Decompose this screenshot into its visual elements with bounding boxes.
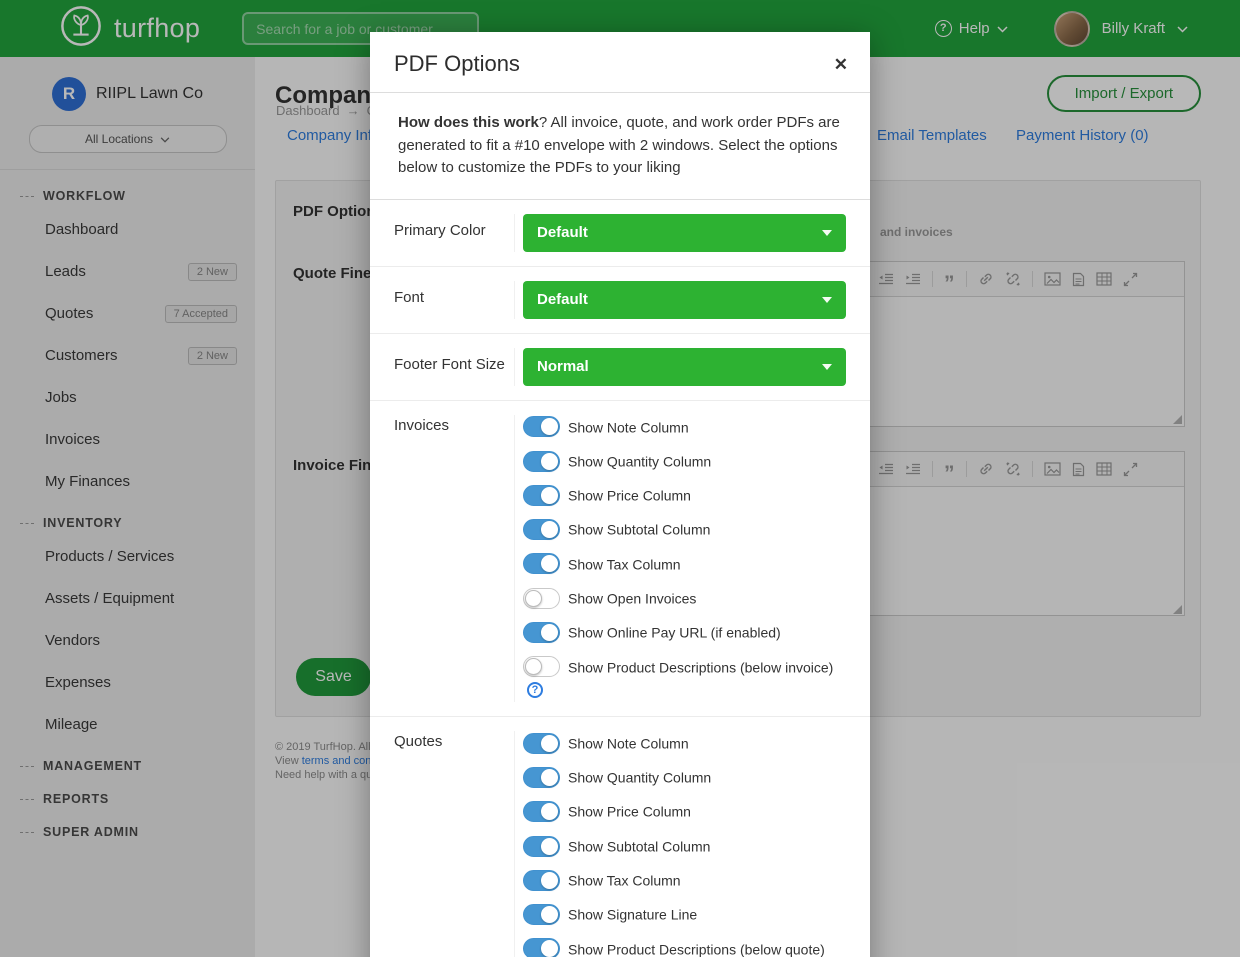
toggle-row: Show Subtotal Column bbox=[523, 517, 846, 540]
toggle-switch[interactable] bbox=[523, 519, 560, 540]
toggle-label: Show Online Pay URL (if enabled) bbox=[568, 625, 781, 641]
toggle-knob bbox=[541, 940, 558, 957]
toggle-knob bbox=[541, 769, 558, 786]
font-select[interactable]: Default bbox=[523, 281, 846, 319]
toggle-switch[interactable] bbox=[523, 801, 560, 822]
toggle-knob bbox=[541, 872, 558, 889]
toggle-row: Show Signature Line bbox=[523, 902, 846, 925]
toggle-label: Show Note Column bbox=[568, 419, 689, 435]
toggle-label: Show Subtotal Column bbox=[568, 838, 710, 854]
toggle-switch[interactable] bbox=[523, 451, 560, 472]
toggle-label: Show Quantity Column bbox=[568, 769, 711, 785]
toggle-label: Show Product Descriptions (below invoice… bbox=[568, 659, 833, 675]
screen: turfhop ? Help Billy Kraft R RIIPL Lawn … bbox=[0, 0, 1240, 957]
toggle-switch[interactable] bbox=[523, 767, 560, 788]
chevron-down-icon bbox=[822, 364, 832, 370]
toggle-knob bbox=[541, 487, 558, 504]
toggle-label: Show Product Descriptions (below quote) bbox=[568, 941, 825, 957]
quotes-toggle-list: Show Note Column Show Quantity Column Sh… bbox=[515, 731, 846, 957]
toggle-knob bbox=[541, 521, 558, 538]
footer-font-size-select[interactable]: Normal bbox=[523, 348, 846, 386]
footer-font-size-label: Footer Font Size bbox=[394, 348, 515, 386]
intro-bold: How does this work bbox=[398, 114, 539, 131]
close-icon[interactable]: ✕ bbox=[834, 56, 848, 73]
toggle-knob bbox=[541, 735, 558, 752]
font-row: Font Default bbox=[370, 267, 870, 334]
toggle-switch[interactable] bbox=[523, 870, 560, 891]
toggle-switch[interactable] bbox=[523, 553, 560, 574]
modal-intro: How does this work? All invoice, quote, … bbox=[370, 93, 870, 200]
toggle-row: Show Tax Column bbox=[523, 552, 846, 575]
toggle-switch[interactable] bbox=[523, 485, 560, 506]
toggle-row: Show Tax Column bbox=[523, 868, 846, 891]
toggle-row: Show Product Descriptions (below quote) … bbox=[523, 937, 846, 957]
toggle-row: Show Product Descriptions (below invoice… bbox=[523, 655, 846, 700]
toggle-knob bbox=[541, 803, 558, 820]
toggle-knob bbox=[525, 658, 542, 675]
toggle-switch[interactable] bbox=[523, 904, 560, 925]
modal-header: PDF Options ✕ bbox=[370, 32, 870, 93]
toggle-switch[interactable] bbox=[523, 588, 560, 609]
toggle-row: Show Note Column bbox=[523, 415, 846, 438]
toggle-label: Show Price Column bbox=[568, 804, 691, 820]
footer-font-size-value: Normal bbox=[537, 358, 589, 375]
toggle-switch[interactable] bbox=[523, 416, 560, 437]
chevron-down-icon bbox=[822, 297, 832, 303]
toggle-knob bbox=[541, 838, 558, 855]
toggle-label: Show Signature Line bbox=[568, 907, 697, 923]
quotes-label: Quotes bbox=[394, 731, 515, 957]
toggle-row: Show Open Invoices bbox=[523, 586, 846, 609]
toggle-knob bbox=[541, 906, 558, 923]
toggle-row: Show Subtotal Column bbox=[523, 834, 846, 857]
primary-color-row: Primary Color Default bbox=[370, 200, 870, 267]
font-value: Default bbox=[537, 291, 588, 308]
toggle-switch[interactable] bbox=[523, 622, 560, 643]
toggle-knob bbox=[541, 418, 558, 435]
toggle-label: Show Tax Column bbox=[568, 556, 681, 572]
toggle-switch[interactable] bbox=[523, 836, 560, 857]
modal-title: PDF Options bbox=[394, 51, 520, 77]
toggle-label: Show Quantity Column bbox=[568, 453, 711, 469]
primary-color-value: Default bbox=[537, 224, 588, 241]
toggle-label: Show Price Column bbox=[568, 487, 691, 503]
toggle-row: Show Note Column bbox=[523, 731, 846, 754]
invoices-row: Invoices Show Note Column Show Quantity … bbox=[370, 401, 870, 717]
footer-font-size-row: Footer Font Size Normal bbox=[370, 334, 870, 401]
toggle-switch[interactable] bbox=[523, 938, 560, 957]
font-label: Font bbox=[394, 281, 515, 319]
chevron-down-icon bbox=[822, 230, 832, 236]
toggle-row: Show Online Pay URL (if enabled) bbox=[523, 620, 846, 643]
toggle-label: Show Note Column bbox=[568, 735, 689, 751]
toggle-label: Show Tax Column bbox=[568, 872, 681, 888]
pdf-options-modal: PDF Options ✕ How does this work? All in… bbox=[370, 32, 870, 957]
toggle-row: Show Price Column bbox=[523, 483, 846, 506]
toggle-switch[interactable] bbox=[523, 656, 560, 677]
toggle-knob bbox=[541, 453, 558, 470]
toggle-knob bbox=[541, 555, 558, 572]
toggle-label: Show Subtotal Column bbox=[568, 522, 710, 538]
toggle-knob bbox=[525, 590, 542, 607]
primary-color-label: Primary Color bbox=[394, 214, 515, 252]
primary-color-select[interactable]: Default bbox=[523, 214, 846, 252]
help-icon[interactable]: ? bbox=[527, 682, 543, 698]
toggle-row: Show Quantity Column bbox=[523, 765, 846, 788]
toggle-switch[interactable] bbox=[523, 733, 560, 754]
toggle-label: Show Open Invoices bbox=[568, 590, 696, 606]
invoices-label: Invoices bbox=[394, 415, 515, 702]
toggle-row: Show Price Column bbox=[523, 799, 846, 822]
quotes-row: Quotes Show Note Column Show Quantity Co… bbox=[370, 717, 870, 957]
toggle-row: Show Quantity Column bbox=[523, 449, 846, 472]
toggle-knob bbox=[541, 624, 558, 641]
invoices-toggle-list: Show Note Column Show Quantity Column Sh… bbox=[515, 415, 846, 702]
